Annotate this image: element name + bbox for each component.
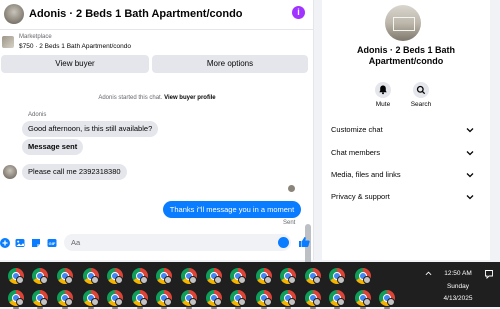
menu-chat-members[interactable]: Chat members — [322, 143, 490, 163]
menu-label: Media, files and links — [331, 170, 401, 179]
view-buyer-profile-link[interactable]: View buyer profile — [164, 95, 216, 101]
clock-day[interactable]: Sunday — [436, 283, 480, 290]
chevron-down-icon — [466, 173, 474, 178]
chrome-icon[interactable] — [280, 268, 296, 284]
message-thread: Adonis started this chat. View buyer pro… — [0, 78, 314, 294]
chrome-icon[interactable] — [206, 268, 222, 284]
chrome-icon[interactable] — [379, 290, 395, 306]
clock-time[interactable]: 12:50 AM — [436, 270, 480, 277]
outgoing-message[interactable]: Thanks i"ll message you in a moment — [163, 201, 301, 218]
chrome-icon[interactable] — [132, 268, 148, 284]
chrome-icon[interactable] — [83, 290, 99, 306]
chrome-icon[interactable] — [32, 290, 48, 306]
chrome-icon[interactable] — [83, 268, 99, 284]
read-receipt-avatar — [288, 185, 295, 192]
chat-header: Adonis · 2 Beds 1 Bath Apartment/condo i — [0, 0, 314, 30]
messenger-window: Adonis · 2 Beds 1 Bath Apartment/condo i… — [0, 0, 500, 294]
chrome-icon[interactable] — [329, 268, 345, 284]
menu-label: Chat members — [331, 148, 381, 157]
plus-icon[interactable] — [0, 238, 10, 248]
chrome-icon[interactable] — [8, 290, 24, 306]
mute-button[interactable] — [375, 82, 391, 98]
chrome-icon[interactable] — [305, 268, 321, 284]
search-icon — [416, 85, 426, 95]
more-options-button[interactable]: More options — [152, 55, 308, 73]
view-buyer-button[interactable]: View buyer — [1, 55, 149, 73]
search-label: Search — [410, 101, 432, 108]
incoming-message[interactable]: Good afternoon, is this still available? — [22, 121, 159, 137]
sent-status: Sent — [283, 220, 296, 226]
chrome-icon[interactable] — [8, 268, 24, 284]
chrome-icon[interactable] — [256, 290, 272, 306]
chrome-icon[interactable] — [256, 268, 272, 284]
sender-avatar[interactable] — [3, 165, 17, 179]
chrome-icon[interactable] — [181, 290, 197, 306]
listing-category: Marketplace — [19, 34, 52, 40]
info-icon[interactable]: i — [292, 6, 305, 19]
listing-avatar[interactable] — [385, 5, 421, 41]
chrome-icon[interactable] — [305, 290, 321, 306]
incoming-message[interactable]: Please call me 2392318380 — [22, 164, 127, 180]
chevron-down-icon — [466, 128, 474, 133]
listing-thumbnail — [2, 36, 14, 48]
chrome-icon[interactable] — [230, 268, 246, 284]
chrome-icon[interactable] — [230, 290, 246, 306]
chevron-down-icon — [466, 195, 474, 200]
chrome-icon[interactable] — [355, 290, 371, 306]
avatar[interactable] — [4, 4, 24, 24]
chrome-icon[interactable] — [107, 290, 123, 306]
chrome-icon[interactable] — [355, 268, 371, 284]
image-icon[interactable] — [15, 238, 25, 248]
conversation-info-panel: Adonis · 2 Beds 1 Bath Apartment/condo M… — [322, 0, 490, 260]
search-button[interactable] — [413, 82, 429, 98]
chrome-icon[interactable] — [107, 268, 123, 284]
menu-media-files-links[interactable]: Media, files and links — [322, 165, 490, 185]
thumbs-up-icon[interactable] — [298, 236, 310, 248]
gif-icon[interactable]: GIF — [47, 238, 57, 248]
chrome-icon[interactable] — [329, 290, 345, 306]
chrome-icon[interactable] — [280, 290, 296, 306]
chrome-icon[interactable] — [156, 290, 172, 306]
mute-label: Mute — [375, 101, 391, 108]
menu-customize-chat[interactable]: Customize chat — [322, 120, 490, 140]
conversation-title: Adonis · 2 Beds 1 Bath Apartment/condo — [356, 45, 455, 66]
chrome-icon[interactable] — [57, 268, 73, 284]
chrome-icon[interactable] — [32, 268, 48, 284]
notification-icon[interactable] — [484, 269, 494, 279]
sticker-icon[interactable] — [31, 238, 41, 248]
chrome-icon[interactable] — [156, 268, 172, 284]
taskbar: 12:50 AM Sunday 4/13/2025 — [0, 262, 500, 309]
system-message: Adonis started this chat. View buyer pro… — [0, 95, 314, 101]
clock-date[interactable]: 4/13/2025 — [436, 295, 480, 302]
emoji-icon[interactable] — [278, 237, 289, 248]
chrome-icon[interactable] — [57, 290, 73, 306]
menu-label: Privacy & support — [331, 192, 390, 201]
composer: GIF Aa — [0, 232, 314, 254]
system-message-text: Adonis started this chat. — [98, 95, 163, 101]
menu-label: Customize chat — [331, 125, 383, 134]
chat-title[interactable]: Adonis · 2 Beds 1 Bath Apartment/condo — [29, 8, 243, 20]
bell-icon — [379, 85, 387, 95]
sender-name: Adonis — [28, 112, 47, 118]
chrome-icon[interactable] — [132, 290, 148, 306]
message-input[interactable]: Aa — [64, 234, 291, 251]
listing-name: $750 · 2 Beds 1 Bath Apartment/condo — [19, 43, 132, 50]
chat-panel: Adonis · 2 Beds 1 Bath Apartment/condo i… — [0, 0, 314, 294]
chrome-icon[interactable] — [181, 268, 197, 284]
menu-privacy-support[interactable]: Privacy & support — [322, 187, 490, 207]
svg-text:GIF: GIF — [49, 241, 56, 246]
chrome-icon[interactable] — [206, 290, 222, 306]
chevron-down-icon — [466, 151, 474, 156]
incoming-message[interactable]: Message sent — [22, 139, 84, 155]
chevron-up-icon[interactable] — [425, 270, 432, 277]
listing-banner[interactable]: Marketplace $750 · 2 Beds 1 Bath Apartme… — [0, 30, 314, 54]
